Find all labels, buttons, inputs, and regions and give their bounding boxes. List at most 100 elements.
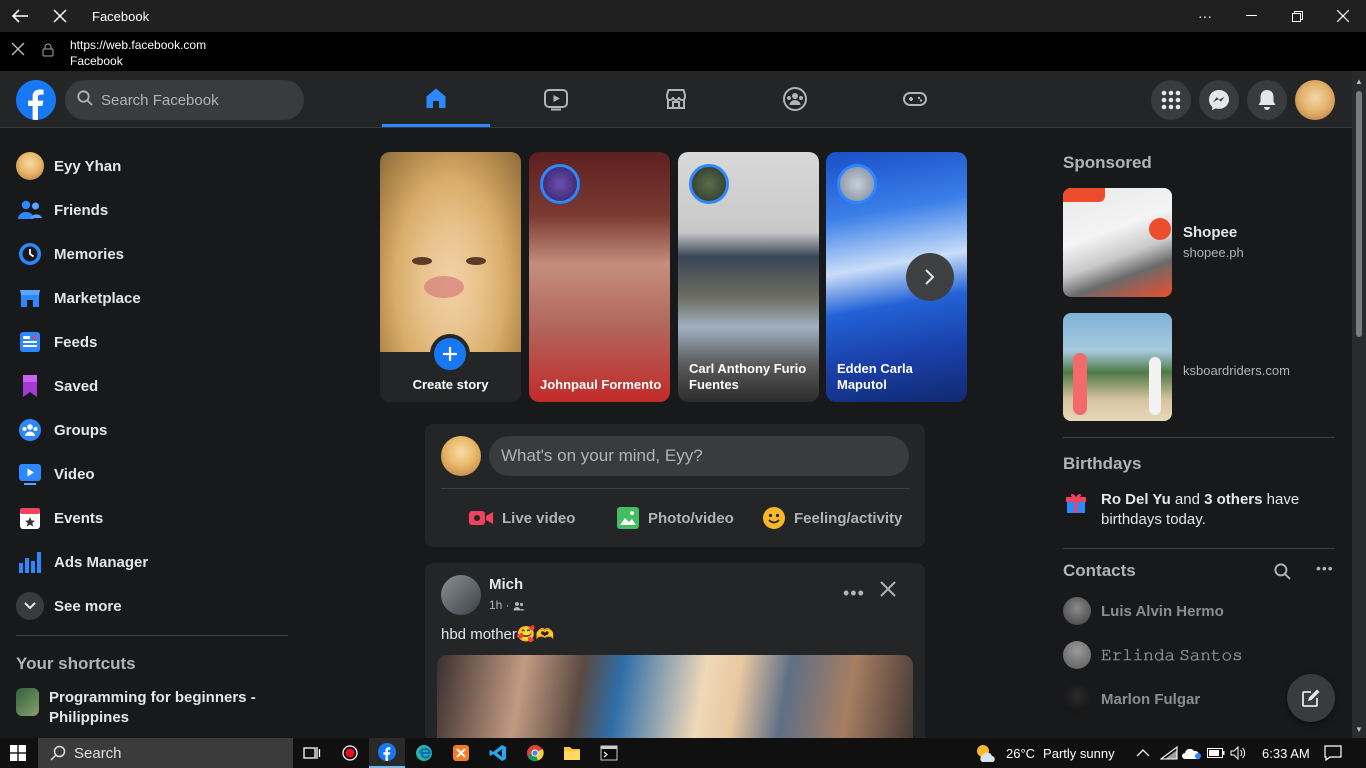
nav-marketplace-tab[interactable] <box>622 71 730 127</box>
shopee-ad-image[interactable] <box>1063 188 1172 297</box>
window-title: Facebook <box>92 8 150 24</box>
close-window-button[interactable] <box>1320 0 1366 32</box>
file-explorer-icon[interactable] <box>554 738 590 768</box>
plus-icon[interactable] <box>430 334 470 374</box>
facebook-logo-icon[interactable] <box>16 80 56 120</box>
right-divider <box>1063 548 1335 549</box>
birthdays-title: Birthdays <box>1063 454 1142 473</box>
marketplace-icon <box>666 89 686 109</box>
xampp-icon[interactable] <box>443 738 479 768</box>
windows-start-icon[interactable] <box>0 738 36 768</box>
video-play-icon <box>16 460 44 488</box>
birthday-text[interactable]: Ro Del Yu and 3 others have birthdays to… <box>1101 490 1331 530</box>
show-hidden-icons[interactable] <box>1136 738 1150 768</box>
search-input[interactable] <box>101 91 281 109</box>
account-avatar[interactable] <box>1295 80 1335 120</box>
composer-input[interactable]: What's on your mind, Eyy? <box>489 436 909 476</box>
sidebar-item-label: Friends <box>54 201 109 219</box>
vscode-icon[interactable] <box>480 738 516 768</box>
url-bar: https://web.facebook.com Facebook <box>0 32 1366 71</box>
more-options-icon[interactable]: ··· <box>1182 0 1228 32</box>
menu-button[interactable] <box>1151 80 1191 120</box>
nav-home-tab[interactable] <box>382 71 490 127</box>
live-video-button[interactable]: Live video <box>468 502 575 534</box>
page-scrollbar[interactable]: ▲ ▼ <box>1352 71 1366 738</box>
sidebar-item-friends[interactable]: Friends <box>8 188 288 232</box>
terminal-icon[interactable] <box>591 738 627 768</box>
network-icon[interactable] <box>1160 738 1178 768</box>
weather-temp: 26°C <box>1006 745 1036 761</box>
contact-item[interactable]: Marlon Fulgar <box>1063 681 1200 717</box>
composer-avatar[interactable] <box>441 436 481 476</box>
new-message-button[interactable] <box>1287 674 1335 722</box>
onedrive-icon[interactable] <box>1182 738 1202 768</box>
notifications-button[interactable] <box>1247 80 1287 120</box>
ad-domain[interactable]: ksboardriders.com <box>1183 363 1290 378</box>
sidebar-item-video[interactable]: Video <box>8 452 288 496</box>
sidebar-see-more[interactable]: See more <box>8 584 288 628</box>
contact-item[interactable]: Luis Alvin Hermo <box>1063 593 1224 629</box>
battery-icon[interactable] <box>1207 738 1225 768</box>
nav-gaming-tab[interactable] <box>861 71 969 127</box>
url-text[interactable]: https://web.facebook.com <box>70 38 206 52</box>
shortcut-item[interactable]: Programming for beginners - Philippines <box>8 688 288 732</box>
sidebar-item-memories[interactable]: Memories <box>8 232 288 276</box>
scroll-down-icon[interactable]: ▼ <box>1355 725 1363 734</box>
messenger-button[interactable] <box>1199 80 1239 120</box>
contact-item[interactable]: 𝙴𝚛𝚕𝚒𝚗𝚍𝚊 𝚂𝚊𝚗𝚝𝚘𝚜 <box>1063 637 1243 673</box>
sidebar-item-label: Groups <box>54 421 108 439</box>
stop-loading-icon[interactable] <box>40 0 80 32</box>
story-card[interactable]: Carl Anthony Furio Fuentes <box>678 152 819 402</box>
search-box[interactable] <box>65 80 304 120</box>
contact-name: Luis Alvin Hermo <box>1101 602 1224 620</box>
contacts-options-icon[interactable]: ••• <box>1316 560 1334 576</box>
post-author-name[interactable]: Mich <box>489 576 523 593</box>
nav-watch-tab[interactable] <box>502 71 610 127</box>
story-create[interactable]: Create story <box>380 152 521 402</box>
sidebar-item-profile[interactable]: Eyy Yhan <box>8 144 288 188</box>
ad-domain[interactable]: shopee.ph <box>1183 245 1244 260</box>
scrollbar-thumb[interactable] <box>1356 91 1362 337</box>
volume-icon[interactable] <box>1230 738 1246 768</box>
photo-video-button[interactable]: Photo/video <box>616 502 734 534</box>
search-contacts-icon[interactable] <box>1274 563 1291 585</box>
back-arrow-icon[interactable] <box>0 0 40 32</box>
friends-audience-icon <box>513 601 525 611</box>
record-app-icon[interactable] <box>332 738 368 768</box>
bell-icon <box>1258 90 1276 110</box>
task-view-icon[interactable] <box>294 738 330 768</box>
search-icon <box>77 89 93 111</box>
chrome-icon[interactable] <box>517 738 553 768</box>
post-author-avatar[interactable] <box>441 575 481 615</box>
feeling-activity-button[interactable]: Feeling/activity <box>762 502 902 534</box>
chevron-right-icon <box>925 269 935 285</box>
story-next-button[interactable] <box>906 253 954 301</box>
close-icon[interactable] <box>11 42 25 61</box>
post-options-icon[interactable]: ••• <box>843 583 865 604</box>
ksboardriders-ad-image[interactable] <box>1063 313 1172 421</box>
post-hide-icon[interactable] <box>879 577 897 605</box>
post-photo[interactable] <box>437 655 913 743</box>
weather-widget[interactable]: 26°C Partly sunny <box>974 738 1115 768</box>
restore-button[interactable] <box>1274 0 1320 32</box>
sidebar-item-events[interactable]: Events <box>8 496 288 540</box>
sidebar-item-saved[interactable]: Saved <box>8 364 288 408</box>
ad-name[interactable]: Shopee <box>1183 224 1237 241</box>
notification-center-icon[interactable] <box>1324 738 1342 768</box>
facebook-app-icon[interactable] <box>369 738 405 768</box>
clock[interactable]: 6:33 AM <box>1262 738 1310 768</box>
sidebar-item-marketplace[interactable]: Marketplace <box>8 276 288 320</box>
nav-groups-tab[interactable] <box>741 71 849 127</box>
sidebar-item-ads-manager[interactable]: Ads Manager <box>8 540 288 584</box>
sidebar-item-feeds[interactable]: Feeds <box>8 320 288 364</box>
contacts-title: Contacts <box>1063 561 1136 580</box>
bar-chart-icon <box>16 548 44 576</box>
scroll-up-icon[interactable]: ▲ <box>1355 77 1363 86</box>
sidebar-item-groups[interactable]: Groups <box>8 408 288 452</box>
story-card[interactable]: Johnpaul Formento <box>529 152 670 402</box>
post-timestamp[interactable]: 1h · <box>489 598 525 612</box>
birthday-name: Ro Del Yu <box>1101 491 1171 508</box>
edge-browser-icon[interactable] <box>406 738 442 768</box>
minimize-button[interactable] <box>1228 0 1274 32</box>
taskbar-search[interactable]: Search <box>38 738 293 768</box>
